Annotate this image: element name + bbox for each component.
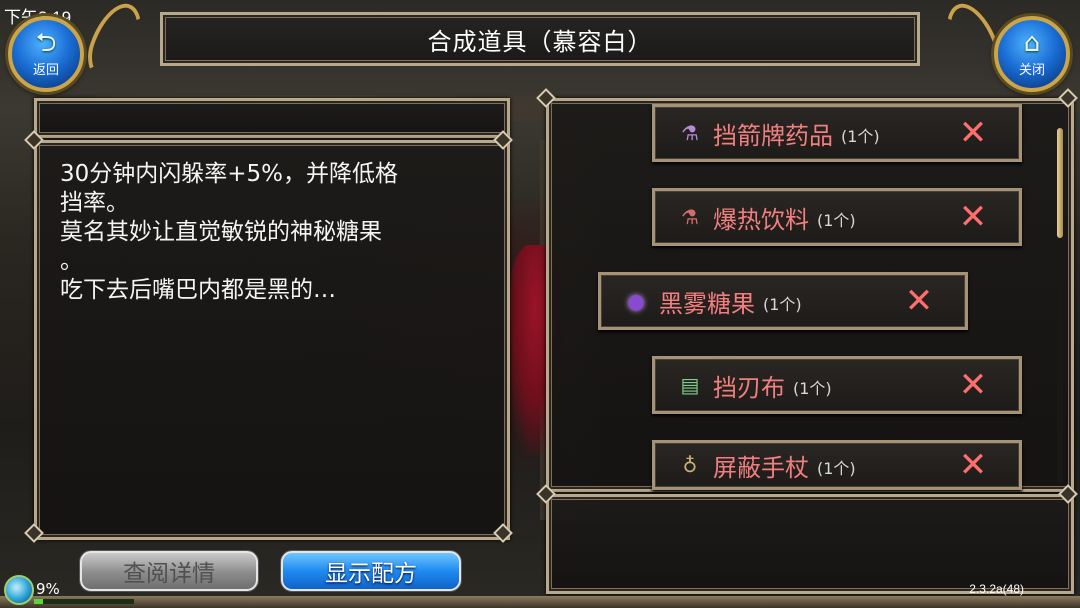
view-details-button[interactable]: 查阅详情 xyxy=(80,551,258,591)
ingredient-quantity: (1个) xyxy=(763,295,802,314)
ingredient-quantity: (1个) xyxy=(841,127,880,146)
list-scrollbar-thumb[interactable] xyxy=(1057,128,1063,238)
ingredient-row[interactable]: ⚗ 爆热饮料 (1个) ✕ xyxy=(652,188,1022,246)
remove-icon[interactable]: ✕ xyxy=(957,116,989,150)
ornament-left xyxy=(79,0,153,90)
globe-icon xyxy=(4,575,34,605)
bottom-bar xyxy=(0,596,1080,608)
remove-icon[interactable]: ✕ xyxy=(957,448,989,482)
scroll-cloth-icon: ▤ xyxy=(680,373,700,397)
result-panel xyxy=(546,494,1074,594)
undo-arrow-icon: ⮌ xyxy=(35,28,57,58)
title-bar: 合成道具（慕容白） xyxy=(160,12,920,66)
remove-icon[interactable]: ✕ xyxy=(903,284,935,318)
back-button[interactable]: ⮌ 返回 xyxy=(8,16,84,92)
dark-orb-icon: ● xyxy=(627,289,645,313)
item-name-panel xyxy=(34,98,510,138)
close-button-label: 关闭 xyxy=(1018,63,1045,78)
ingredient-name: 黑雾糖果 xyxy=(659,289,755,318)
progress-bar xyxy=(34,599,134,604)
ingredient-row[interactable]: ♁ 屏蔽手杖 (1个) ✕ xyxy=(652,440,1022,490)
ingredient-name: 挡箭牌药品 xyxy=(713,121,833,150)
pouch-icon: ♁ xyxy=(682,453,698,477)
ingredient-quantity: (1个) xyxy=(793,379,832,398)
ingredient-quantity: (1个) xyxy=(817,211,856,230)
remove-icon[interactable]: ✕ xyxy=(957,368,989,402)
ingredient-name: 屏蔽手杖 xyxy=(713,453,809,482)
back-button-label: 返回 xyxy=(32,63,59,78)
ingredient-name: 爆热饮料 xyxy=(713,205,809,234)
ingredient-name: 挡刃布 xyxy=(713,373,785,402)
version-label: 2.3.2a(48) xyxy=(969,582,1024,596)
close-button[interactable]: ⌂ 关闭 xyxy=(994,16,1070,92)
remove-icon[interactable]: ✕ xyxy=(957,200,989,234)
home-icon: ⌂ xyxy=(1023,28,1041,58)
ingredient-quantity: (1个) xyxy=(817,459,856,478)
progress-bar-fill xyxy=(34,599,43,604)
ingredient-row[interactable]: ⚗ 挡箭牌药品 (1个) ✕ xyxy=(652,104,1022,162)
page-title: 合成道具（慕容白） xyxy=(427,27,653,56)
progress-percent: 9% xyxy=(36,580,60,598)
potion-flask-icon: ⚗ xyxy=(681,205,699,229)
ingredient-row-selected[interactable]: ● 黑雾糖果 (1个) ✕ xyxy=(598,272,968,330)
potion-flask-icon: ⚗ xyxy=(681,121,699,145)
show-recipe-button[interactable]: 显示配方 xyxy=(281,551,461,591)
item-description: 30分钟内闪躲率+5%，并降低格 挡率。 莫名其妙让直觉敏锐的神秘糖果 。 吃下… xyxy=(60,161,399,303)
ingredient-row[interactable]: ▤ 挡刃布 (1个) ✕ xyxy=(652,356,1022,414)
